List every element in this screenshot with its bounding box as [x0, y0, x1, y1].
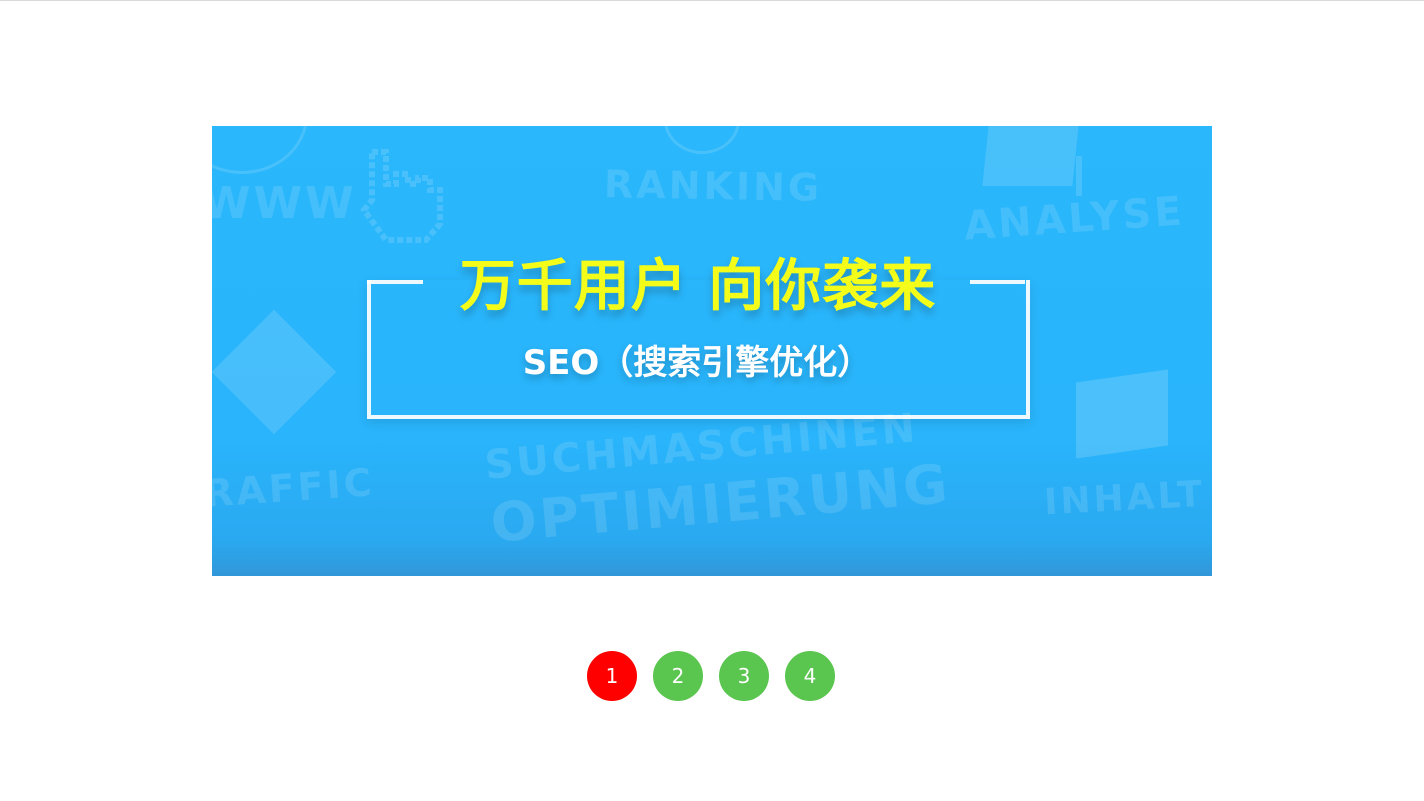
banner-headline: 万千用户 向你袭来: [459, 254, 937, 319]
frame-top-left-segment: [367, 280, 423, 284]
bg-word-www: WWW: [212, 178, 357, 229]
carousel-pagination: 1 2 3 4: [587, 651, 835, 701]
diamond-icon: [212, 309, 337, 435]
top-divider: [0, 0, 1424, 1]
bg-word-inhalt: INHALT: [1043, 473, 1207, 524]
pagination-dot-1[interactable]: 1: [587, 651, 637, 701]
bg-word-analyse: ANALYSE: [962, 188, 1187, 250]
pagination-dot-4[interactable]: 4: [785, 651, 835, 701]
pagination-dot-3[interactable]: 3: [719, 651, 769, 701]
globe-icon: [212, 126, 308, 174]
box-icon: [1076, 369, 1168, 459]
pagination-dot-2[interactable]: 2: [653, 651, 703, 701]
carousel-slide-image[interactable]: WWW RANKING ANALYSE RAFFIC SUCHMASCHINEN…: [212, 126, 1212, 576]
frame-top-right-segment: [970, 280, 1025, 284]
circle-icon: [664, 126, 740, 154]
monitor-icon: [982, 126, 1080, 186]
banner-subline: SEO（搜索引擎优化）: [522, 343, 872, 383]
bg-word-traffic: RAFFIC: [212, 460, 376, 516]
monitor-stand-icon: [1076, 156, 1082, 196]
bg-word-ranking: RANKING: [603, 162, 823, 210]
pointer-hand-icon: [360, 149, 443, 243]
